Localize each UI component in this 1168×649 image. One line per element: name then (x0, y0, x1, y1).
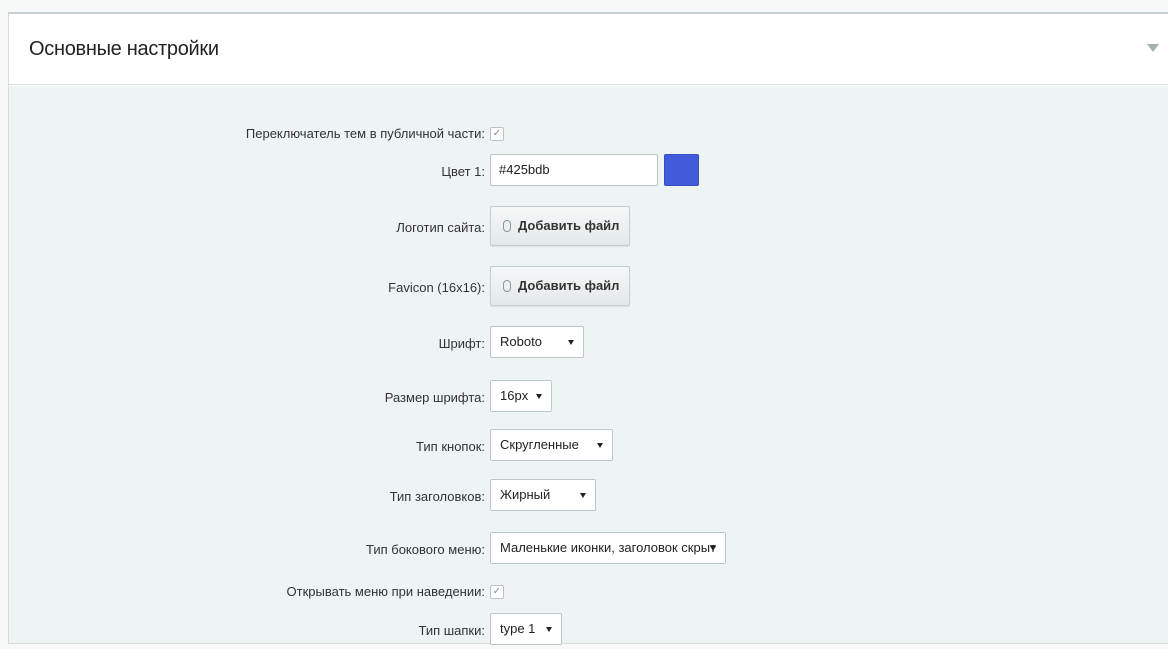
row-color1: Цвет 1: #425bdb (9, 154, 1168, 190)
header-type-selected-value: type 1 (500, 621, 536, 636)
open-menu-hover-label: Открывать меню при наведении: (286, 584, 485, 599)
check-icon: ✓ (492, 128, 502, 139)
heading-type-selected-value: Жирный (500, 487, 551, 502)
color1-swatch-button[interactable] (664, 154, 699, 186)
header-type-label: Тип шапки: (418, 623, 485, 638)
favicon-add-file-button[interactable]: Добавить файл (490, 266, 630, 306)
row-theme-switcher: Переключатель тем в публичной части: ✓ (9, 116, 1168, 152)
chevron-down-icon (580, 493, 586, 498)
side-menu-type-select[interactable]: Маленькие иконки, заголовок скрыт (490, 532, 726, 564)
chevron-down-icon (568, 340, 574, 345)
row-logo: Логотип сайта: Добавить файл (9, 206, 1168, 246)
row-button-type: Тип кнопок: Скругленные (9, 429, 1168, 465)
logo-add-file-button[interactable]: Добавить файл (490, 206, 630, 246)
side-menu-type-selected-value: Маленькие иконки, заголовок скрыт (500, 540, 716, 555)
row-font-size: Размер шрифта: 16px (9, 380, 1168, 416)
button-type-select[interactable]: Скругленные (490, 429, 613, 461)
theme-switcher-label: Переключатель тем в публичной части: (245, 126, 485, 141)
theme-switcher-checkbox[interactable]: ✓ (490, 127, 504, 141)
section-header[interactable]: Основные настройки (9, 14, 1168, 85)
row-heading-type: Тип заголовков: Жирный (9, 479, 1168, 515)
font-label: Шрифт: (438, 336, 485, 351)
paperclip-icon (503, 220, 511, 232)
heading-type-label: Тип заголовков: (389, 489, 485, 504)
row-favicon: Favicon (16x16): Добавить файл (9, 266, 1168, 306)
section-title: Основные настройки (29, 38, 219, 60)
chevron-down-icon (546, 627, 552, 632)
favicon-label: Favicon (16x16): (388, 280, 485, 295)
button-type-selected-value: Скругленные (500, 437, 579, 452)
logo-add-file-label: Добавить файл (518, 218, 620, 233)
row-open-menu-hover: Открывать меню при наведении: ✓ (9, 574, 1168, 610)
chevron-down-icon (536, 394, 542, 399)
color1-label: Цвет 1: (441, 164, 485, 179)
open-menu-hover-checkbox[interactable]: ✓ (490, 585, 504, 599)
chevron-down-icon (597, 443, 603, 448)
logo-label: Логотип сайта: (396, 220, 485, 235)
chevron-down-icon (710, 546, 716, 551)
heading-type-select[interactable]: Жирный (490, 479, 596, 511)
color1-input[interactable]: #425bdb (490, 154, 658, 186)
triangle-down-icon[interactable] (1147, 44, 1159, 52)
header-type-select[interactable]: type 1 (490, 613, 562, 645)
settings-panel: Основные настройки Переключатель тем в п… (8, 12, 1168, 645)
settings-form: Переключатель тем в публичной части: ✓ Ц… (9, 86, 1168, 645)
font-size-select[interactable]: 16px (490, 380, 552, 412)
button-type-label: Тип кнопок: (416, 439, 485, 454)
favicon-add-file-label: Добавить файл (518, 278, 620, 293)
font-size-label: Размер шрифта: (384, 390, 485, 405)
row-header-type: Тип шапки: type 1 (9, 613, 1168, 649)
check-icon: ✓ (492, 586, 502, 597)
side-menu-type-label: Тип бокового меню: (365, 542, 485, 557)
row-side-menu-type: Тип бокового меню: Маленькие иконки, заг… (9, 532, 1168, 568)
paperclip-icon (503, 280, 511, 292)
font-size-selected-value: 16px (500, 388, 529, 403)
font-select[interactable]: Roboto (490, 326, 584, 358)
row-font: Шрифт: Roboto (9, 326, 1168, 362)
font-selected-value: Roboto (500, 334, 542, 349)
